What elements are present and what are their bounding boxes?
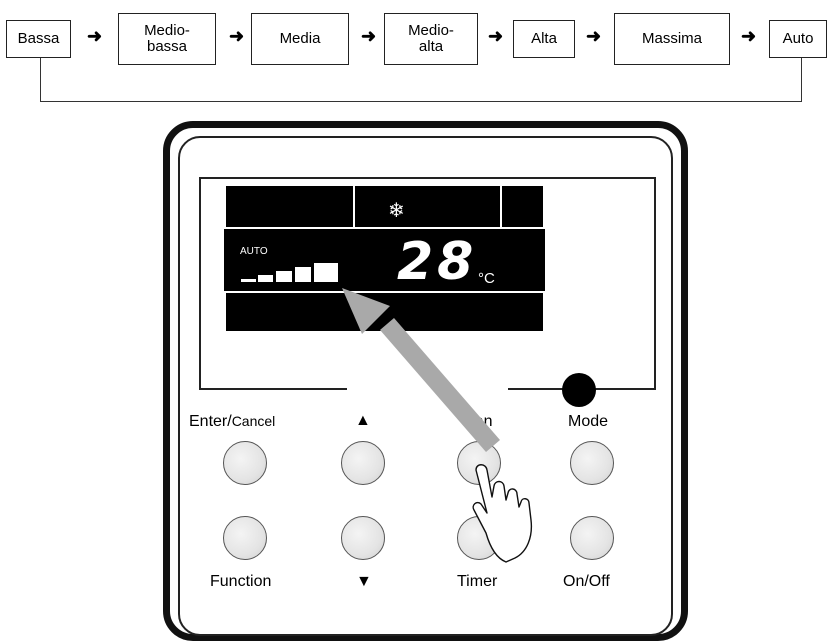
pointer-overlay [342,288,533,563]
press-arrowhead-icon [342,288,390,334]
hand-pointer-icon [472,464,533,563]
